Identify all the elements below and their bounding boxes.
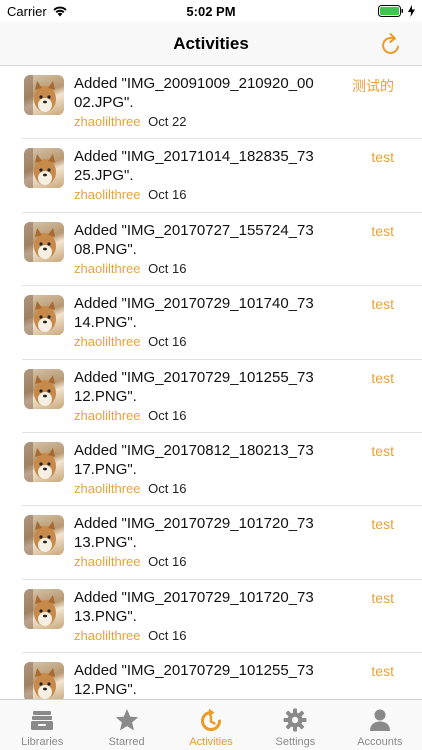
- activity-meta: zhaolilthree Oct 22: [74, 114, 186, 129]
- activity-row[interactable]: Added "IMG_20170729_101720_7313.PNG". zh…: [22, 580, 422, 654]
- wifi-icon: [53, 6, 67, 17]
- activity-row[interactable]: Added "IMG_20170812_180213_7317.PNG". zh…: [22, 433, 422, 507]
- activity-user[interactable]: zhaolilthree: [74, 114, 141, 129]
- activity-row[interactable]: Added "IMG_20170729_101740_7314.PNG". zh…: [22, 286, 422, 360]
- activity-library-tag: test: [371, 296, 394, 313]
- activity-title: Added "IMG_20170729_101720_7313.PNG".: [74, 515, 314, 552]
- activity-meta: zhaolilthree Oct 16: [74, 481, 186, 496]
- dog-photo-icon: [24, 295, 56, 336]
- activity-row[interactable]: Added "IMG_20170727_155724_7308.PNG". zh…: [22, 213, 422, 287]
- activities-icon: [201, 708, 222, 731]
- refresh-icon[interactable]: [378, 31, 404, 57]
- activity-row[interactable]: Added "IMG_20170729_101720_7313.PNG". zh…: [22, 506, 422, 580]
- activity-library-tag: test: [371, 442, 394, 459]
- activity-user[interactable]: zhaolilthree: [74, 554, 141, 569]
- battery-icon: [378, 5, 403, 17]
- activity-user[interactable]: zhaolilthree: [74, 628, 141, 643]
- status-left: Carrier: [7, 4, 68, 19]
- dog-photo-icon: [24, 368, 56, 409]
- person-icon: [369, 709, 390, 731]
- activity-title: Added "IMG_20170729_101255_7312.PNG".: [74, 368, 314, 405]
- tab-settings[interactable]: Settings: [253, 700, 337, 750]
- dog-photo-icon: [24, 515, 56, 556]
- activity-library-tag: test: [371, 149, 394, 166]
- status-right: [378, 5, 415, 17]
- activity-user[interactable]: zhaolilthree: [74, 481, 141, 496]
- tab-label-accounts: Accounts: [357, 736, 403, 748]
- dog-photo-icon: [24, 148, 56, 189]
- activity-meta: zhaolilthree Oct 16: [74, 628, 186, 643]
- activity-user[interactable]: zhaolilthree: [74, 187, 141, 202]
- activity-user[interactable]: zhaolilthree: [74, 261, 141, 276]
- status-bar: Carrier 5:02 PM: [0, 0, 422, 22]
- activity-user[interactable]: zhaolilthree: [74, 334, 141, 349]
- activity-meta: zhaolilthree Oct 16: [74, 187, 186, 202]
- tab-bar: Libraries Starred Activities Settings Ac…: [0, 699, 422, 750]
- activity-row[interactable]: Added "IMG_20170729_101255_7312.PNG". zh…: [22, 653, 422, 699]
- activity-thumbnail: [24, 75, 64, 115]
- tab-starred[interactable]: Starred: [84, 700, 168, 750]
- activity-title: Added "IMG_20170729_101740_7314.PNG".: [74, 295, 314, 332]
- activity-date: Oct 16: [148, 260, 187, 276]
- dog-photo-icon: [24, 662, 56, 699]
- activity-library-tag: test: [371, 369, 394, 386]
- activity-date: Oct 16: [148, 187, 187, 203]
- activity-title: Added "IMG_20170727_155724_7308.PNG".: [74, 221, 314, 258]
- tab-accounts[interactable]: Accounts: [338, 700, 422, 750]
- tab-label-starred: Starred: [108, 736, 145, 748]
- activity-thumbnail: [24, 221, 64, 262]
- activity-user[interactable]: zhaolilthree: [74, 408, 141, 423]
- activity-meta: zhaolilthree Oct 16: [74, 334, 186, 349]
- libraries-icon: [31, 711, 54, 730]
- activity-title: Added "IMG_20091009_210920_0002.JPG".: [74, 75, 314, 111]
- activity-date: Oct 16: [148, 627, 187, 643]
- dog-photo-icon: [24, 221, 56, 262]
- activity-meta: zhaolilthree Oct 16: [74, 408, 186, 423]
- activity-library-tag: test: [371, 516, 394, 533]
- activity-library-tag: test: [371, 663, 394, 680]
- activity-thumbnail: [24, 441, 64, 482]
- dog-photo-icon: [24, 441, 56, 482]
- page-title: Activities: [173, 34, 249, 53]
- activity-thumbnail: [24, 515, 64, 556]
- dog-photo-icon: [24, 75, 56, 115]
- activity-thumbnail: [24, 295, 64, 336]
- activity-date: Oct 16: [148, 480, 187, 496]
- activity-thumbnail: [24, 368, 64, 409]
- activity-title: Added "IMG_20170729_101255_7312.PNG".: [74, 662, 314, 699]
- activity-list[interactable]: Added "IMG_20091009_210920_0002.JPG". zh…: [0, 66, 422, 699]
- carrier-label: Carrier: [7, 3, 47, 19]
- activity-library-tag: 测试的: [352, 78, 394, 94]
- tab-label-libraries: Libraries: [21, 736, 64, 748]
- activity-date: Oct 22: [148, 114, 187, 129]
- tab-activities[interactable]: Activities: [169, 700, 253, 750]
- tab-libraries[interactable]: Libraries: [0, 700, 84, 750]
- activity-date: Oct 16: [148, 554, 187, 570]
- activity-row[interactable]: Added "IMG_20170729_101255_7312.PNG". zh…: [22, 360, 422, 433]
- gear-icon: [283, 708, 307, 732]
- activity-date: Oct 16: [148, 334, 187, 350]
- navigation-bar: Activities: [0, 22, 422, 66]
- dog-photo-icon: [24, 588, 56, 629]
- activity-library-tag: test: [371, 589, 394, 606]
- charging-icon: [408, 5, 415, 17]
- tab-label-settings: Settings: [275, 736, 316, 748]
- activity-title: Added "IMG_20170729_101720_7313.PNG".: [74, 588, 314, 625]
- activity-thumbnail: [24, 148, 64, 189]
- activity-meta: zhaolilthree Oct 16: [74, 261, 186, 276]
- activity-row[interactable]: Added "IMG_20171014_182835_7325.JPG". zh…: [22, 139, 422, 213]
- activity-row[interactable]: Added "IMG_20091009_210920_0002.JPG". zh…: [22, 66, 422, 140]
- tab-label-activities: Activities: [189, 736, 233, 748]
- activity-meta: zhaolilthree Oct 16: [74, 554, 186, 569]
- activity-date: Oct 16: [148, 407, 187, 423]
- activity-thumbnail: [24, 588, 64, 629]
- activity-thumbnail: [24, 662, 64, 699]
- activity-title: Added "IMG_20170812_180213_7317.PNG".: [74, 441, 314, 478]
- activity-title: Added "IMG_20171014_182835_7325.JPG".: [74, 148, 314, 185]
- star-icon: [115, 709, 138, 731]
- activity-library-tag: test: [371, 222, 394, 239]
